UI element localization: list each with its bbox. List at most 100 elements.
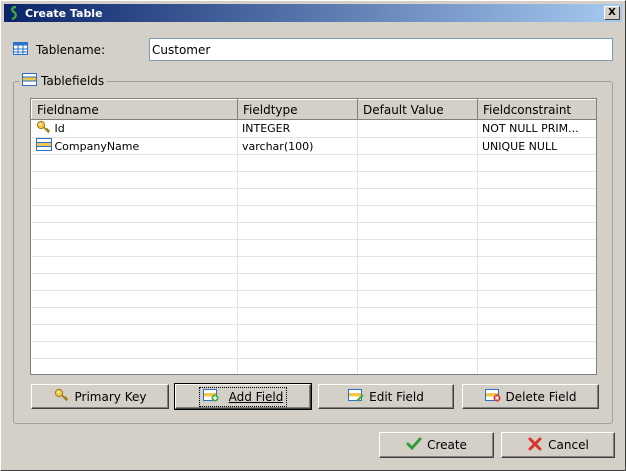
empty-cell[interactable] — [477, 341, 596, 359]
window-title: Create Table — [25, 6, 103, 20]
empty-cell[interactable] — [357, 324, 478, 342]
create-button[interactable]: Create — [379, 432, 494, 458]
empty-cell[interactable] — [31, 273, 238, 291]
column-header-fieldname[interactable]: Fieldname — [31, 99, 238, 120]
table-row-empty[interactable] — [31, 273, 596, 291]
empty-cell[interactable] — [357, 341, 478, 359]
empty-cell[interactable] — [477, 273, 596, 291]
empty-cell[interactable] — [31, 290, 238, 308]
empty-cell[interactable] — [31, 154, 238, 172]
empty-cell[interactable] — [477, 307, 596, 325]
table-row-empty[interactable] — [31, 307, 596, 325]
empty-cell[interactable] — [357, 222, 478, 240]
empty-cell[interactable] — [477, 154, 596, 172]
empty-cell[interactable] — [31, 358, 238, 374]
column-header-default-value[interactable]: Default Value — [357, 99, 478, 120]
table-row-empty[interactable] — [31, 171, 596, 189]
table-row-empty[interactable] — [31, 188, 596, 206]
close-icon: X — [608, 7, 616, 18]
fieldname-text: CompanyName — [54, 139, 140, 153]
add-field-label: Add Field — [228, 389, 284, 404]
empty-cell[interactable] — [237, 290, 358, 308]
empty-cell[interactable] — [477, 188, 596, 206]
empty-cell[interactable] — [357, 205, 478, 223]
empty-cell[interactable] — [237, 205, 358, 223]
table-row-empty[interactable] — [31, 324, 596, 342]
empty-cell[interactable] — [357, 154, 478, 172]
table-header: Fieldname Fieldtype Default Value Fieldc… — [31, 99, 596, 120]
cancel-button[interactable]: Cancel — [501, 432, 615, 458]
empty-cell[interactable] — [477, 358, 596, 374]
primary-key-button[interactable]: Primary Key — [31, 384, 169, 409]
fields-table[interactable]: Fieldname Fieldtype Default Value Fieldc… — [30, 98, 597, 375]
edit-field-button[interactable]: Edit Field — [318, 384, 454, 409]
tablefields-legend: Tablefields — [19, 73, 108, 89]
fieldname-cell[interactable]: CompanyName — [31, 137, 238, 155]
fieldtype-cell[interactable]: varchar(100) — [237, 137, 358, 155]
fieldconstraint-cell[interactable]: UNIQUE NULL — [477, 137, 596, 155]
empty-cell[interactable] — [477, 222, 596, 240]
default-value-cell[interactable] — [357, 119, 478, 138]
tablename-input[interactable] — [149, 38, 613, 61]
tablename-label: Tablename: — [36, 43, 106, 57]
empty-cell[interactable] — [477, 171, 596, 189]
empty-cell[interactable] — [31, 307, 238, 325]
field-icon — [35, 138, 55, 154]
cancel-label: Cancel — [548, 438, 589, 452]
empty-cell[interactable] — [31, 222, 238, 240]
empty-cell[interactable] — [237, 239, 358, 257]
empty-cell[interactable] — [357, 358, 478, 374]
empty-cell[interactable] — [477, 290, 596, 308]
empty-cell[interactable] — [357, 188, 478, 206]
empty-cell[interactable] — [477, 256, 596, 274]
table-row-empty[interactable] — [31, 222, 596, 240]
add-field-button[interactable]: Add Field — [174, 383, 312, 410]
table-row-empty[interactable] — [31, 358, 596, 374]
empty-cell[interactable] — [237, 154, 358, 172]
table-row-empty[interactable] — [31, 290, 596, 308]
fields-icon — [22, 73, 37, 89]
empty-cell[interactable] — [237, 222, 358, 240]
empty-cell[interactable] — [31, 171, 238, 189]
empty-cell[interactable] — [31, 324, 238, 342]
empty-cell[interactable] — [237, 358, 358, 374]
delete-field-button[interactable]: Delete Field — [462, 384, 599, 409]
column-header-fieldtype[interactable]: Fieldtype — [237, 99, 358, 120]
table-row-empty[interactable] — [31, 256, 596, 274]
empty-cell[interactable] — [31, 239, 238, 257]
fieldconstraint-cell[interactable]: NOT NULL PRIM... — [477, 119, 596, 138]
empty-cell[interactable] — [357, 239, 478, 257]
empty-cell[interactable] — [357, 307, 478, 325]
empty-cell[interactable] — [31, 256, 238, 274]
title-bar[interactable]: Create Table X — [4, 4, 622, 22]
close-button[interactable]: X — [604, 6, 620, 20]
empty-cell[interactable] — [237, 324, 358, 342]
table-row-empty[interactable] — [31, 239, 596, 257]
fieldtype-cell[interactable]: INTEGER — [237, 119, 358, 138]
add-field-focus: Add Field — [198, 386, 288, 407]
empty-cell[interactable] — [357, 290, 478, 308]
empty-cell[interactable] — [31, 341, 238, 359]
empty-cell[interactable] — [237, 188, 358, 206]
empty-cell[interactable] — [477, 239, 596, 257]
column-header-fieldconstraint[interactable]: Fieldconstraint — [477, 99, 596, 120]
empty-cell[interactable] — [237, 307, 358, 325]
table-row[interactable]: CompanyName varchar(100) UNIQUE NULL — [31, 137, 596, 155]
default-value-cell[interactable] — [357, 137, 478, 155]
empty-cell[interactable] — [237, 341, 358, 359]
table-row[interactable]: Id INTEGER NOT NULL PRIM... — [31, 119, 596, 138]
table-row-empty[interactable] — [31, 341, 596, 359]
fieldname-cell[interactable]: Id — [31, 119, 238, 138]
empty-cell[interactable] — [357, 273, 478, 291]
empty-cell[interactable] — [477, 324, 596, 342]
table-row-empty[interactable] — [31, 205, 596, 223]
empty-cell[interactable] — [477, 205, 596, 223]
empty-cell[interactable] — [357, 171, 478, 189]
table-row-empty[interactable] — [31, 154, 596, 172]
empty-cell[interactable] — [237, 171, 358, 189]
empty-cell[interactable] — [31, 188, 238, 206]
empty-cell[interactable] — [237, 273, 358, 291]
empty-cell[interactable] — [31, 205, 238, 223]
empty-cell[interactable] — [237, 256, 358, 274]
empty-cell[interactable] — [357, 256, 478, 274]
